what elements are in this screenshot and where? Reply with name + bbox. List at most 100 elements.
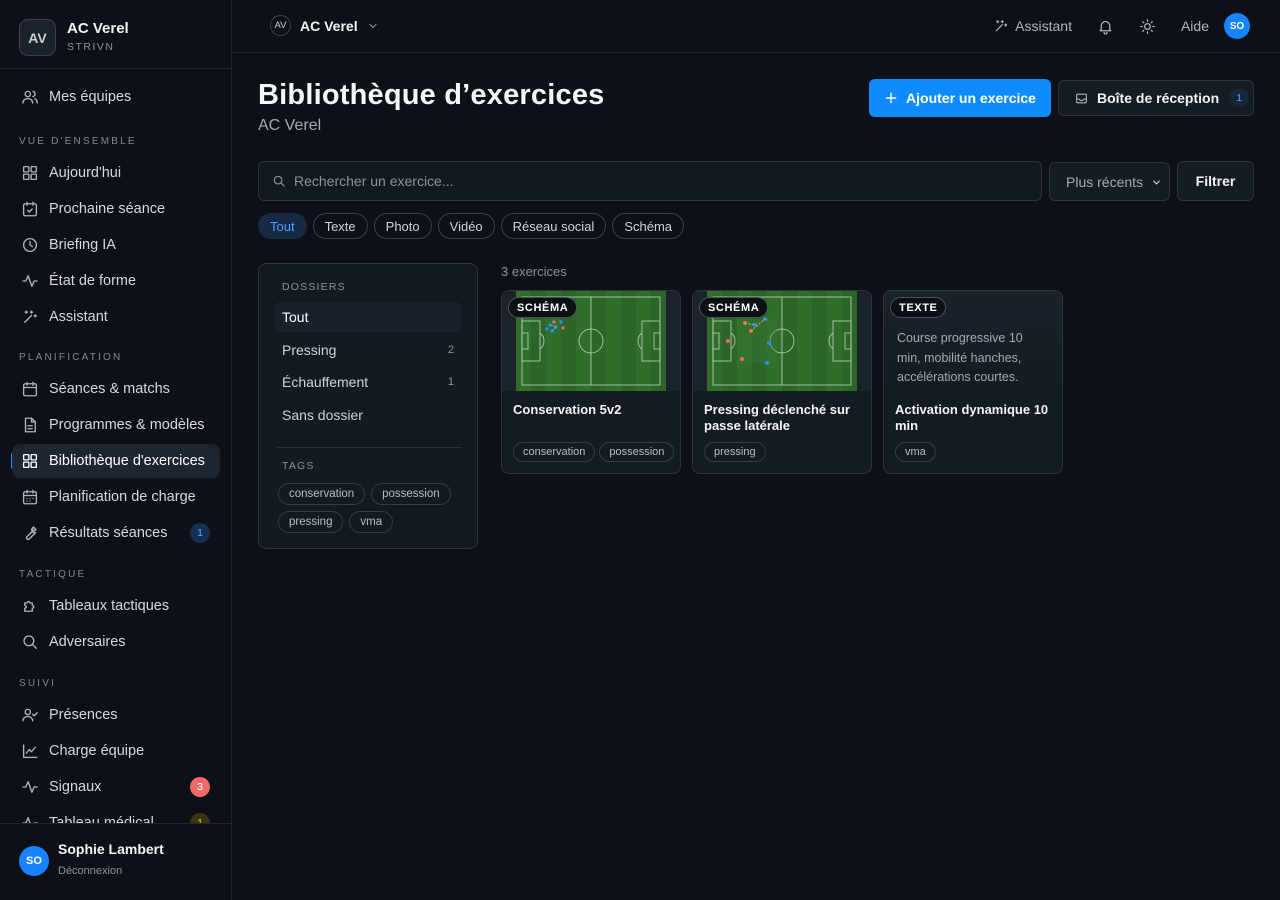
wrench-icon (25, 526, 37, 541)
sidebar-item-label: État de forme (49, 273, 137, 289)
chip-all[interactable]: Tout (258, 213, 307, 239)
tag-chip[interactable]: conservation (278, 483, 366, 505)
inbox-label: Boîte de réception (1097, 90, 1220, 106)
sparkles-icon (995, 20, 1008, 32)
team-name: AC Verel (300, 17, 358, 34)
sidebar-item-fitness[interactable]: État de forme (12, 264, 220, 298)
sidebar-item-results[interactable]: Résultats séances 1 (12, 516, 220, 550)
folder-name: Sans dossier (282, 407, 363, 423)
chip-photo[interactable]: Photo (373, 213, 432, 239)
plus-icon (885, 92, 897, 104)
folder-item[interactable]: Échauffement 1 (274, 367, 462, 397)
sidebar-item-load-planning[interactable]: Planification de charge (12, 480, 220, 514)
activity-icon (22, 275, 38, 287)
tag-chip[interactable]: pressing (704, 442, 766, 462)
chip-social[interactable]: Réseau social (500, 213, 607, 239)
tag-chip[interactable]: vma (895, 442, 936, 462)
medical-count-badge: 1 (190, 813, 210, 823)
card-tags: pressing (704, 442, 770, 462)
sidebar-item-team-load[interactable]: Charge équipe (12, 734, 220, 768)
chip-diagram[interactable]: Schéma (612, 213, 685, 239)
sun-icon[interactable] (1139, 18, 1156, 35)
sidebar-item-label: Résultats séances (49, 525, 168, 541)
chevron-down-icon (1153, 180, 1160, 185)
sidebar-item-next-session[interactable]: Prochaine séance (12, 192, 220, 226)
sidebar-item-sessions[interactable]: Séances & matchs (12, 372, 220, 406)
workspace-avatar: AV (19, 19, 56, 56)
sidebar-item-programs[interactable]: Programmes & modèles (12, 408, 220, 442)
heart-pulse-icon (22, 817, 38, 823)
add-exercise-label: Ajouter un exercice (906, 90, 1036, 106)
sidebar-item-today[interactable]: Aujourd'hui (12, 156, 220, 190)
calendar-grid-icon (22, 489, 38, 505)
inbox-count-badge: 1 (1229, 89, 1250, 107)
folder-item[interactable]: Tout (274, 302, 462, 332)
sidebar-item-label: Programmes & modèles (49, 417, 205, 433)
page-title: Bibliothèque d’exercices (258, 79, 605, 111)
sidebar-item-label: Mes équipes (49, 89, 132, 105)
exercise-card[interactable]: TEXTE Course progressive 10 min, mobilit… (883, 290, 1063, 474)
user-avatar[interactable]: SO (19, 846, 49, 876)
exercise-card[interactable]: SCHÉMA Pressing déclenché sur passe laté… (692, 290, 872, 474)
sidebar-item-label: Planification de charge (49, 489, 196, 505)
sidebar-item-signals[interactable]: Signaux 3 (12, 770, 220, 804)
folders-panel: DOSSIERS Tout Pressing 2 Échauffement 1 … (258, 263, 478, 549)
inbox-button[interactable]: Boîte de réception 1 (1058, 80, 1254, 116)
sidebar-item-tactical-boards[interactable]: Tableaux tactiques (12, 589, 220, 623)
results-count: 3 exercices (501, 264, 567, 279)
user-avatar[interactable]: SO (1224, 13, 1250, 39)
workspace-name: AC Verel (67, 20, 129, 37)
search-box[interactable] (258, 161, 1042, 201)
chart-line-icon (22, 744, 38, 759)
divider (277, 447, 462, 448)
exercise-card[interactable]: SCHÉMA Conservation 5v2 conservation pos… (501, 290, 681, 474)
assistant-button[interactable]: Assistant (993, 18, 1072, 34)
help-link[interactable]: Aide (1181, 18, 1209, 34)
sidebar-item-label: Aujourd'hui (49, 165, 122, 181)
sidebar-item-attendance[interactable]: Présences (12, 698, 220, 732)
card-tags: conservation possession (513, 442, 678, 462)
chip-text[interactable]: Texte (312, 213, 368, 239)
workspace-header[interactable]: AV AC Verel STRIVN (0, 0, 231, 69)
sidebar-item-briefing[interactable]: Briefing IA (12, 228, 220, 262)
brand-name: STRIVN (67, 41, 115, 53)
calendar-icon (22, 381, 38, 397)
sidebar-item-label: Adversaires (49, 634, 126, 650)
inbox-icon (1076, 93, 1087, 103)
assistant-label: Assistant (1015, 18, 1072, 34)
sidebar-item-label: Briefing IA (49, 237, 116, 253)
logout-link[interactable]: Déconnexion (58, 865, 122, 877)
sidebar-item-library[interactable]: Bibliothèque d'exercices (12, 444, 220, 478)
results-count-badge: 1 (190, 523, 210, 543)
grid-icon (22, 165, 38, 181)
sidebar-item-label: Prochaine séance (49, 201, 166, 217)
tag-chip[interactable]: vma (349, 511, 394, 533)
sidebar-nav: Mes équipes VUE D'ENSEMBLE Aujourd'hui P… (0, 69, 231, 823)
calendar-check-icon (22, 201, 38, 217)
sidebar-item-medical[interactable]: Tableau médical 1 (12, 806, 220, 823)
tag-chip[interactable]: pressing (278, 511, 344, 533)
filter-button[interactable]: Filtrer (1177, 161, 1254, 201)
folders-label: DOSSIERS (282, 281, 346, 293)
add-exercise-button[interactable]: Ajouter un exercice (869, 79, 1051, 117)
sidebar-item-my-teams[interactable]: Mes équipes (12, 80, 220, 114)
exercise-title: Pressing déclenché sur passe latérale (704, 402, 850, 433)
sidebar-item-opponents[interactable]: Adversaires (12, 625, 220, 659)
tag-chip[interactable]: possession (371, 483, 451, 505)
bell-icon[interactable] (1097, 18, 1114, 35)
sidebar-item-label: Bibliothèque d'exercices (49, 453, 205, 469)
sidebar-item-assistant[interactable]: Assistant (12, 300, 220, 334)
sort-select[interactable]: Plus récents (1049, 162, 1170, 201)
tag-chip[interactable]: possession (599, 442, 675, 462)
document-icon (24, 417, 36, 433)
sidebar-item-label: Présences (49, 707, 118, 723)
topbar-actions: Assistant Aide SO (993, 13, 1250, 39)
folder-item[interactable]: Pressing 2 (274, 335, 462, 365)
team-switcher[interactable]: AV AC Verel (270, 15, 379, 36)
exercise-title: Activation dynamique 10 min (895, 402, 1049, 433)
grid-icon (22, 453, 38, 469)
search-input[interactable] (294, 173, 994, 189)
tag-chip[interactable]: conservation (513, 442, 596, 462)
chip-video[interactable]: Vidéo (437, 213, 495, 239)
folder-item[interactable]: Sans dossier (274, 400, 462, 430)
